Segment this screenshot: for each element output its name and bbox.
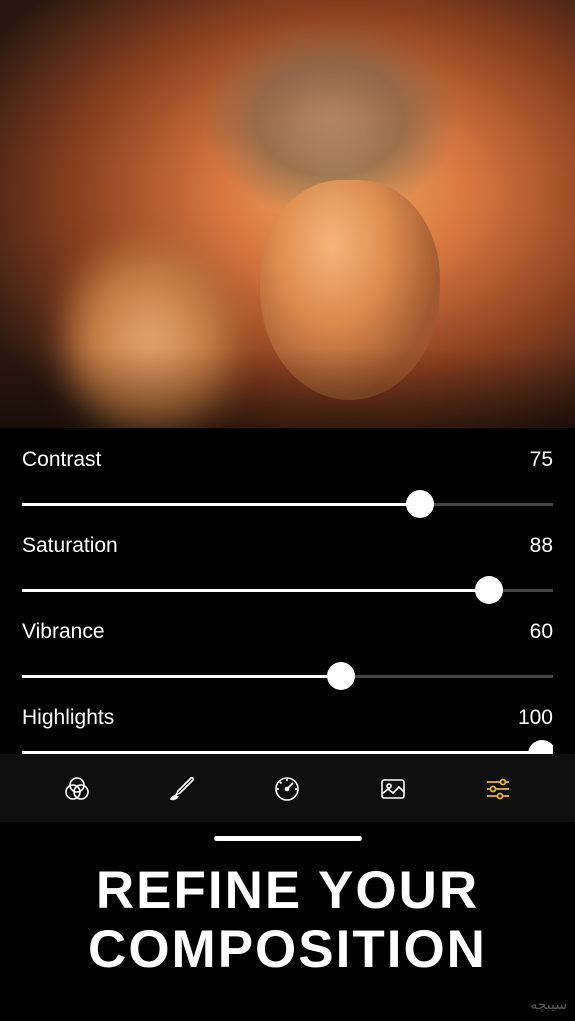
slider-track-contrast[interactable] <box>22 484 553 524</box>
slider-track-vibrance[interactable] <box>22 656 553 696</box>
adjustments-icon[interactable] <box>481 772 515 806</box>
slider-saturation: Saturation 88 <box>22 534 553 610</box>
speed-icon[interactable] <box>270 772 304 806</box>
slider-value: 100 <box>518 706 553 730</box>
slider-contrast: Contrast 75 <box>22 448 553 524</box>
slider-track-highlights[interactable] <box>22 736 553 754</box>
toolbar <box>0 754 575 822</box>
slider-track-saturation[interactable] <box>22 570 553 610</box>
slider-label: Vibrance <box>22 620 105 644</box>
slider-label: Contrast <box>22 448 101 472</box>
slider-highlights: Highlights 100 <box>22 706 553 754</box>
headline-text: REFINE YOUR COMPOSITION <box>0 841 575 980</box>
slider-value: 88 <box>530 534 553 558</box>
filters-icon[interactable] <box>60 772 94 806</box>
slider-vibrance: Vibrance 60 <box>22 620 553 696</box>
adjustment-controls: Contrast 75 Saturation 88 Vibrance 60 <box>0 428 575 754</box>
slider-value: 60 <box>530 620 553 644</box>
brush-icon[interactable] <box>165 772 199 806</box>
image-icon[interactable] <box>376 772 410 806</box>
slider-label: Saturation <box>22 534 118 558</box>
photo-preview <box>0 0 575 428</box>
watermark: سیبچه <box>530 996 567 1013</box>
slider-label: Highlights <box>22 706 114 730</box>
slider-value: 75 <box>530 448 553 472</box>
